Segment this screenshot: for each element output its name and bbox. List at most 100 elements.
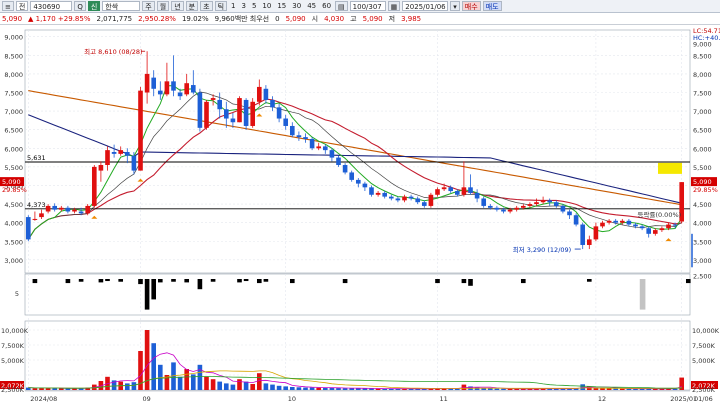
sell-button[interactable]: 매도 (482, 1, 502, 11)
market-select[interactable]: 전 (15, 1, 29, 11)
period-year[interactable]: 년 (171, 1, 184, 11)
right-price-tick: 4,000 (693, 220, 712, 228)
indicator-bar (151, 279, 157, 300)
candle-body (395, 198, 401, 201)
candle-body (210, 98, 216, 100)
period-minute[interactable]: 분 (185, 1, 199, 11)
period-second[interactable]: 초 (200, 1, 213, 11)
candle-body (72, 209, 77, 212)
candle-body (151, 77, 157, 89)
volume-bar (316, 387, 322, 390)
candle-body (184, 83, 190, 95)
date-field[interactable]: 2025/01/06 (402, 1, 449, 11)
candle-body (567, 211, 572, 216)
indicator-bar (289, 279, 295, 284)
volume-bar (296, 387, 302, 390)
x-tick-label: 09 (143, 395, 151, 403)
left-current-price: 5,090 (2, 178, 21, 186)
right-volume-tick: 7,500K (692, 342, 716, 350)
interval-3[interactable]: 3 (239, 1, 247, 11)
candle-body (78, 211, 84, 214)
right-price-tick: 7,500 (693, 90, 712, 98)
candle-body (355, 179, 361, 184)
candle-body (468, 187, 473, 193)
right-price-tick: 7,000 (693, 108, 712, 116)
quote-bar: 5,090 ▲ 1,170 +29.85% 2,071,775 2,950.28… (0, 13, 720, 25)
interval-5[interactable]: 5 (250, 1, 258, 11)
volume-bar (217, 381, 223, 390)
candle-body (606, 220, 612, 223)
candle-body (276, 107, 282, 119)
candle-body (250, 101, 256, 126)
indicator-bar (144, 279, 150, 310)
open-label: 시 (311, 14, 319, 23)
menu-button[interactable]: ≡ (2, 1, 14, 11)
candle-body (91, 166, 97, 206)
volume-bar (204, 376, 209, 390)
price-tick-label: 7,000 (4, 108, 23, 116)
best-quote-zero: 0 (275, 14, 280, 23)
buy-button[interactable]: 매수 (461, 1, 481, 11)
candle-body (118, 150, 124, 154)
turnover-rate: 19.02% (181, 14, 209, 23)
candle-body (237, 98, 242, 123)
right-volume-tick: 10,000K (692, 327, 720, 335)
candle-body (25, 217, 31, 240)
candle-body (672, 224, 678, 226)
indicator-bar (685, 279, 691, 284)
interval-15[interactable]: 15 (275, 1, 288, 11)
period-month[interactable]: 월 (156, 1, 170, 11)
candle-body (580, 224, 586, 245)
open-price: 4,030 (324, 14, 345, 23)
indicator-bar (98, 279, 104, 283)
candle-body (666, 224, 671, 229)
interval-1[interactable]: 1 (229, 1, 237, 11)
indicator-bar (78, 279, 84, 282)
volume-bar (362, 388, 368, 390)
date-dropdown-icon[interactable]: ▾ (450, 1, 460, 11)
volume-bar (303, 387, 308, 390)
candle-body (527, 204, 533, 206)
candle-body (223, 109, 229, 119)
settings-icon[interactable]: ▤ (335, 1, 348, 11)
x-tick-label: 10 (288, 395, 296, 403)
interval-10[interactable]: 10 (260, 1, 273, 11)
volume-value: 2,071,775 (96, 14, 133, 23)
hline-label-lower: 4,373 (27, 201, 46, 209)
indicator-bar (157, 279, 163, 283)
right-axis (691, 25, 720, 394)
stock-code-input[interactable]: 430690 (30, 1, 73, 11)
candle-body (408, 196, 414, 199)
left-volume-tick: 5,000K (1, 357, 25, 365)
candle-body (369, 187, 374, 195)
volume-bar (151, 343, 157, 390)
price-tick-label: 6,000 (4, 145, 23, 153)
indicator-bar (520, 279, 526, 284)
price-change: ▲ 1,170 +29.85% (28, 14, 91, 23)
calendar-icon[interactable]: ▦ (387, 1, 401, 11)
candle-body (520, 205, 526, 208)
interval-60[interactable]: 60 (320, 1, 333, 11)
price-tick-label: 6,500 (4, 127, 23, 135)
candle-body (514, 207, 520, 210)
candlestick-chart[interactable]: 9,000 8,500 8,000 7,500 7,000 6,500 6,000 5,500… (0, 25, 720, 404)
period-tick[interactable]: 틱 (214, 1, 228, 11)
price-tick-label: 8,000 (4, 71, 23, 79)
search-icon[interactable]: Q (74, 1, 86, 11)
indicator-bar (256, 279, 262, 284)
volume-bar (289, 387, 295, 390)
candle-body (481, 198, 487, 206)
count-field[interactable]: 100/307 (349, 1, 386, 11)
indicator-bar (586, 279, 592, 282)
volume-bar (237, 379, 242, 390)
candle-body (329, 150, 335, 158)
interval-45[interactable]: 45 (305, 1, 318, 11)
volume-bar (613, 388, 619, 390)
candle-body (553, 202, 559, 206)
volume-bar (342, 388, 348, 390)
period-week[interactable]: 주 (142, 1, 155, 11)
volume-bar (494, 388, 500, 390)
price-tick-label: 8,500 (4, 52, 23, 60)
interval-30[interactable]: 30 (290, 1, 303, 11)
candle-body (487, 205, 493, 208)
